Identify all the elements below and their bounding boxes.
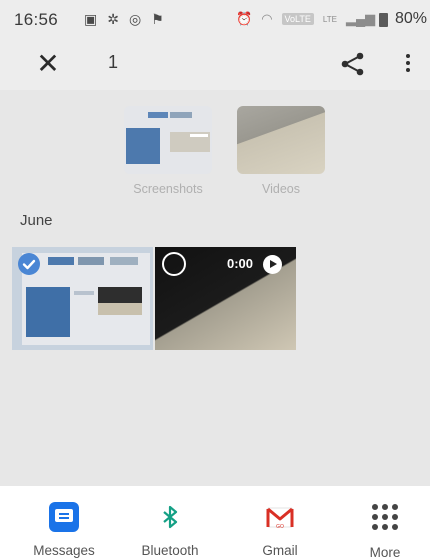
- album-thumbnail: [124, 106, 212, 174]
- video-duration: 0:00: [227, 256, 254, 271]
- selection-toolbar: ✕ 1: [0, 40, 430, 90]
- messages-icon: [49, 502, 79, 532]
- gmail-icon: GO: [265, 502, 295, 532]
- play-icon: [263, 255, 282, 274]
- share-target-gmail[interactable]: GO Gmail: [236, 502, 324, 558]
- lte-label: LTE: [322, 14, 337, 24]
- album-label: Screenshots: [133, 182, 203, 196]
- share-icon: [341, 52, 364, 76]
- screenshot-thumbnail-image: [124, 106, 212, 174]
- battery-level: 80%: [394, 10, 427, 27]
- date-section-title: June: [20, 212, 53, 229]
- share-target-label: More: [369, 545, 401, 558]
- image-notification-icon: ▣: [84, 11, 98, 27]
- volte-badge: VoLTE: [281, 13, 314, 25]
- close-icon: ✕: [36, 48, 60, 79]
- alarm-icon: ⏰: [236, 11, 253, 26]
- more-apps-icon: [370, 504, 400, 534]
- share-target-label: Gmail: [262, 543, 298, 558]
- close-selection-button[interactable]: ✕: [33, 49, 63, 79]
- overflow-menu-button[interactable]: [401, 51, 415, 77]
- gallery-content: Screenshots Videos June 0:00: [0, 90, 430, 486]
- battery-icon: [379, 13, 388, 27]
- status-bar: 16:56 ▣ ✲ ◎ ⚑ ⏰ ◠ VoLTE LTE ▂▄▆ 80%: [0, 0, 430, 40]
- share-target-bluetooth[interactable]: Bluetooth: [126, 502, 214, 558]
- overflow-dot: [406, 54, 410, 58]
- overflow-dot: [406, 61, 410, 65]
- wifi-icon: ◠: [261, 11, 273, 26]
- share-target-label: Messages: [33, 543, 95, 558]
- selected-count: 1: [108, 52, 119, 72]
- photo-item-selected[interactable]: [12, 247, 153, 350]
- video-item[interactable]: 0:00: [155, 247, 296, 350]
- svg-text:GO: GO: [276, 524, 284, 530]
- share-sheet: Messages Bluetooth GO Gmail More: [0, 486, 430, 558]
- share-target-messages[interactable]: Messages: [20, 502, 108, 558]
- share-target-label: Bluetooth: [141, 543, 199, 558]
- album-label: Videos: [262, 182, 300, 196]
- share-button[interactable]: [339, 50, 367, 78]
- notification-icons: ▣ ✲ ◎ ⚑: [84, 11, 164, 28]
- share-target-more[interactable]: More: [341, 502, 429, 558]
- settings-notification-icon: ✲: [107, 11, 119, 27]
- system-icons: ⏰ ◠ VoLTE LTE ▂▄▆: [236, 11, 375, 27]
- selection-circle-icon[interactable]: [162, 252, 186, 276]
- flag-notification-icon: ⚑: [151, 11, 164, 27]
- bluetooth-icon: [155, 502, 185, 532]
- overflow-dot: [406, 68, 410, 72]
- album-thumbnail: [237, 106, 325, 174]
- album-videos[interactable]: Videos: [237, 106, 325, 196]
- selected-check-icon: [18, 253, 40, 275]
- app-notification-icon: ◎: [128, 11, 142, 27]
- album-screenshots[interactable]: Screenshots: [124, 106, 212, 196]
- status-time: 16:56: [14, 10, 59, 29]
- signal-icon: ▂▄▆: [345, 11, 376, 26]
